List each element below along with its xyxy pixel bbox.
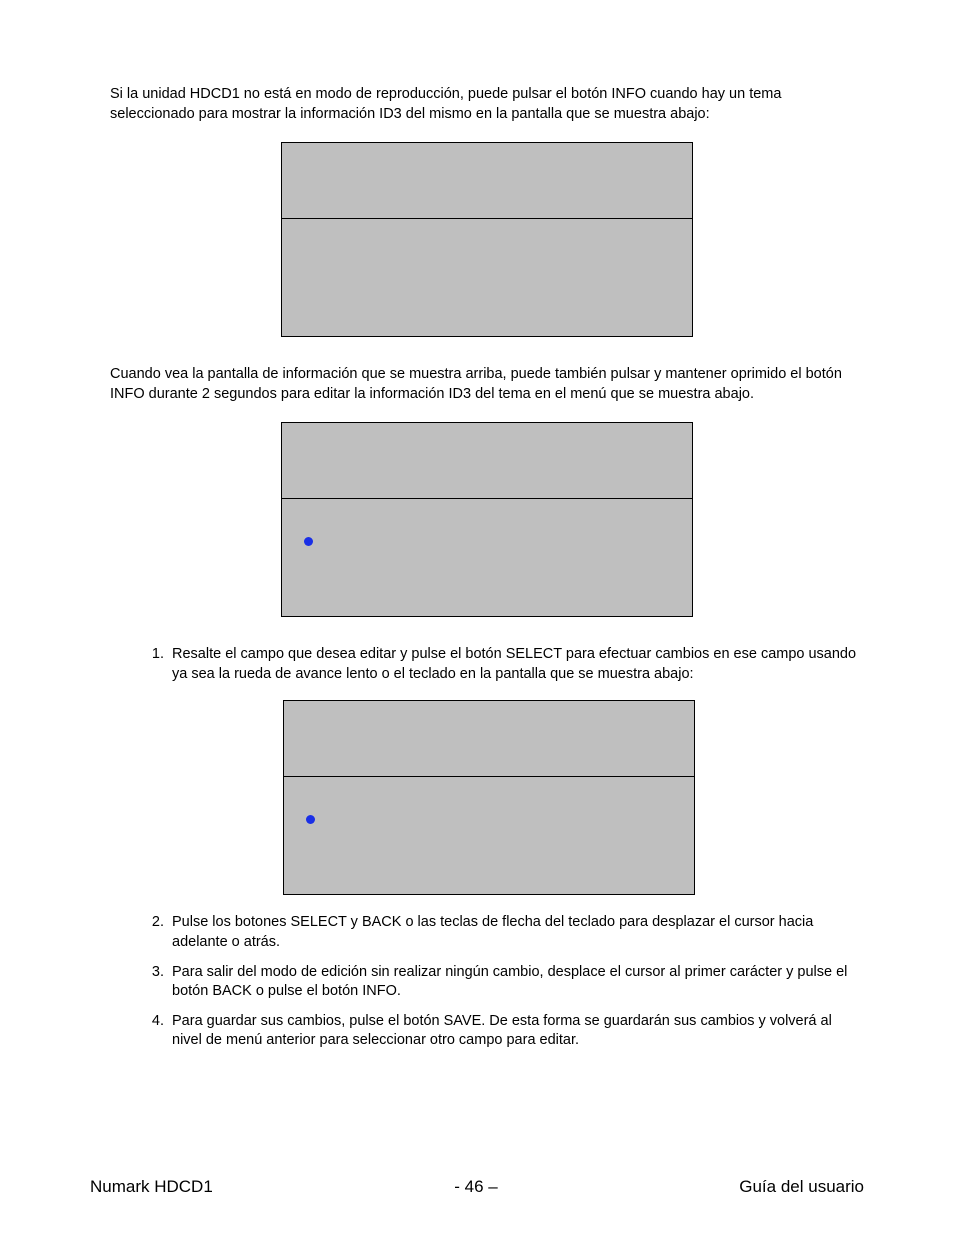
figure-3-top	[283, 700, 695, 777]
figure-3-wrap	[114, 700, 864, 895]
figure-1	[281, 142, 693, 337]
figure-3-bottom	[283, 777, 695, 895]
bullet-dot-icon	[306, 815, 315, 824]
step-3: Para salir del modo de edición sin reali…	[168, 963, 864, 1002]
step-2: Pulse los botones SELECT y BACK o las te…	[168, 913, 864, 952]
figure-3	[283, 700, 695, 895]
figure-1-bottom	[281, 219, 693, 337]
intro-paragraph-2: Cuando vea la pantalla de información qu…	[110, 365, 864, 404]
footer-page-number: - 46 –	[454, 1177, 497, 1197]
step-4: Para guardar sus cambios, pulse el botón…	[168, 1012, 864, 1051]
bullet-dot-icon	[304, 537, 313, 546]
steps-list: Resalte el campo que desea editar y puls…	[110, 645, 864, 1051]
footer-left: Numark HDCD1	[90, 1177, 213, 1197]
figure-2-bottom	[281, 499, 693, 617]
page-footer: Numark HDCD1 - 46 – Guía del usuario	[90, 1177, 864, 1197]
figure-1-wrap	[110, 142, 864, 337]
figure-2-wrap	[110, 422, 864, 617]
step-1: Resalte el campo que desea editar y puls…	[168, 645, 864, 895]
figure-2	[281, 422, 693, 617]
step-1-text: Resalte el campo que desea editar y puls…	[172, 646, 856, 682]
figure-2-top	[281, 422, 693, 499]
figure-1-top	[281, 142, 693, 219]
footer-right: Guía del usuario	[739, 1177, 864, 1197]
document-page: Si la unidad HDCD1 no está en modo de re…	[0, 0, 954, 1235]
intro-paragraph-1: Si la unidad HDCD1 no está en modo de re…	[110, 85, 864, 124]
